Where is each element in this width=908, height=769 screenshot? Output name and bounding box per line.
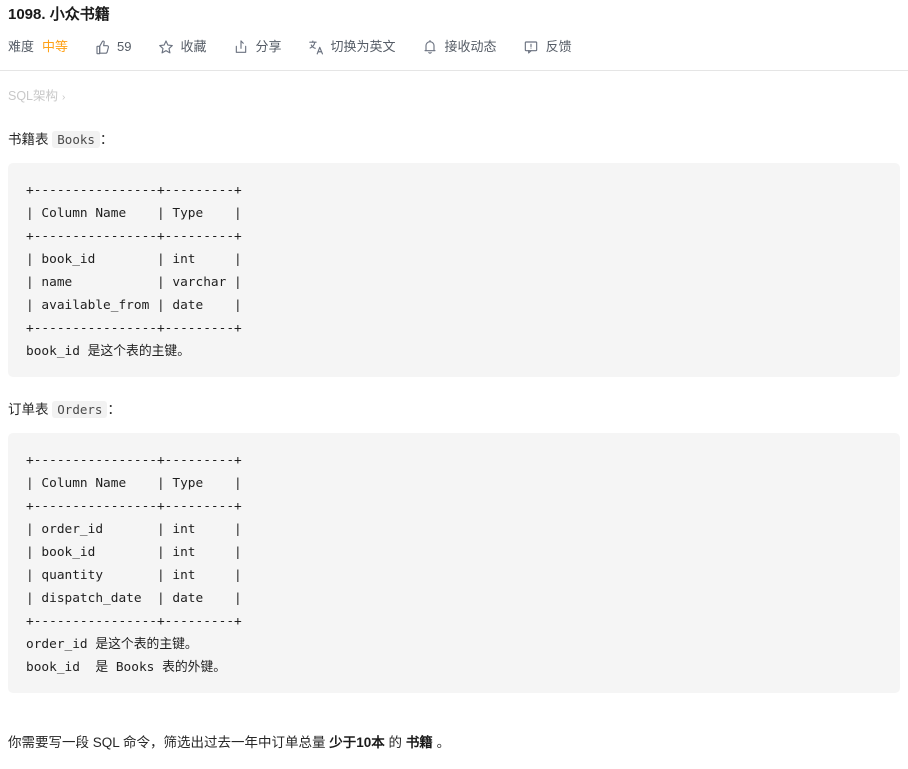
- orders-heading-suffix: ：: [107, 402, 121, 417]
- books-heading-suffix: ：: [99, 132, 114, 147]
- books-heading-prefix: 书籍表: [8, 132, 49, 147]
- task-line1-bold-books: 书籍: [405, 735, 433, 750]
- section-heading-books: 书籍表 Books：: [8, 129, 900, 151]
- task-line1-part-a: 你需要写一段 SQL 命令，筛选出过去一年中订单总量: [8, 735, 330, 750]
- orders-heading-prefix: 订单表: [8, 402, 49, 417]
- task-line1-bold-quantity: 少于10本: [329, 735, 385, 750]
- bell-icon: [422, 39, 439, 56]
- feedback-icon: [523, 39, 540, 56]
- share-label: 分享: [255, 39, 282, 54]
- chevron-right-icon: ›: [62, 92, 66, 103]
- task-line1-part-e: 。: [432, 735, 451, 750]
- task-line1-part-c: 的: [384, 735, 406, 750]
- orders-table-name: Orders: [52, 401, 108, 418]
- problem-toolbar: 难度 中等 59 收藏 分享 切换为英文 接收动态 反馈: [0, 32, 908, 62]
- problem-content: 书籍表 Books： +----------------+---------+ …: [0, 129, 908, 693]
- difficulty-badge: 难度 中等: [8, 38, 68, 56]
- page-title: 1098. 小众书籍: [8, 6, 110, 23]
- books-schema-codeblock: +----------------+---------+ | Column Na…: [8, 163, 900, 377]
- problem-page: 1098. 小众书籍 难度 中等 59 收藏 分享 切换为英文 接收动态 反馈 …: [0, 0, 908, 769]
- translate-icon: [308, 39, 325, 56]
- task-description-line-1: 你需要写一段 SQL 命令，筛选出过去一年中订单总量 少于10本 的 书籍 。: [0, 731, 908, 755]
- difficulty-value[interactable]: 中等: [42, 38, 68, 56]
- subscribe-label: 接收动态: [444, 39, 497, 54]
- breadcrumb-item-sql-schema[interactable]: SQL架构: [8, 89, 58, 103]
- favorite-button[interactable]: 收藏: [158, 38, 207, 56]
- like-button[interactable]: 59: [94, 38, 132, 56]
- translate-label: 切换为英文: [330, 39, 396, 54]
- difficulty-label: 难度: [8, 39, 35, 54]
- like-count: 59: [117, 39, 132, 54]
- feedback-label: 反馈: [545, 39, 572, 54]
- star-icon: [158, 39, 175, 56]
- thumbs-up-icon: [94, 39, 111, 56]
- translate-button[interactable]: 切换为英文: [308, 38, 396, 56]
- section-heading-orders: 订单表 Orders：: [8, 399, 900, 421]
- subscribe-button[interactable]: 接收动态: [422, 38, 497, 56]
- feedback-button[interactable]: 反馈: [523, 38, 572, 56]
- share-button[interactable]: 分享: [233, 38, 282, 56]
- share-icon: [233, 39, 250, 56]
- books-table-name: Books: [52, 131, 100, 148]
- orders-schema-codeblock: +----------------+---------+ | Column Na…: [8, 433, 900, 693]
- favorite-label: 收藏: [180, 39, 207, 54]
- title-row: 1098. 小众书籍: [0, 0, 908, 26]
- breadcrumb: SQL架构 ›: [0, 71, 908, 107]
